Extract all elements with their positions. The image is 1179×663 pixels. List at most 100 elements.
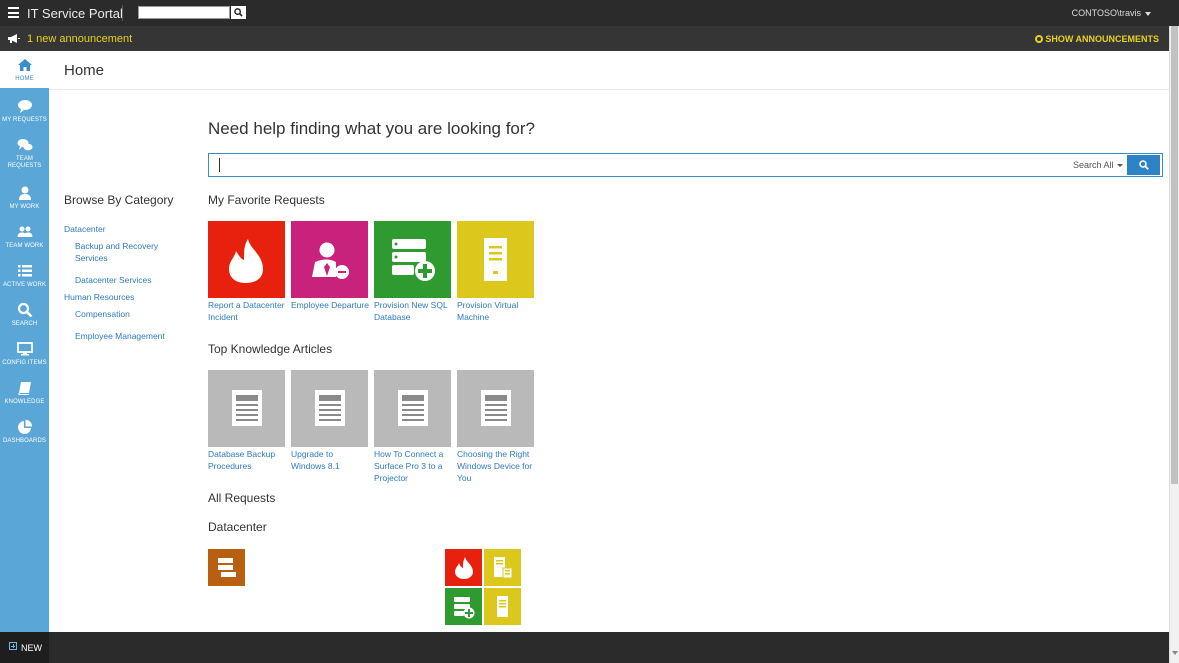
app-title[interactable]: IT Service Portal bbox=[27, 6, 123, 21]
nav-home[interactable]: HOME bbox=[0, 51, 49, 88]
top-search-button[interactable] bbox=[231, 6, 246, 19]
server-add-icon bbox=[392, 239, 435, 281]
nav-search[interactable]: SEARCH bbox=[0, 296, 49, 334]
pie-chart-icon bbox=[17, 419, 32, 434]
show-announcements-label: SHOW ANNOUNCEMENTS bbox=[1045, 34, 1159, 44]
category-datacenter[interactable]: Datacenter bbox=[64, 223, 184, 235]
search-scope-dropdown[interactable]: Search All bbox=[1073, 160, 1123, 170]
search-button[interactable] bbox=[1127, 155, 1160, 175]
person-remove-icon bbox=[312, 242, 349, 279]
knowledge-tile[interactable] bbox=[208, 370, 285, 447]
monitor-icon bbox=[16, 342, 33, 356]
knowledge-label[interactable]: How To Connect a Surface Pro 3 to a Proj… bbox=[374, 448, 452, 484]
bottom-bar: NEW bbox=[0, 632, 1169, 663]
scroll-down-arrow-icon[interactable] bbox=[1172, 651, 1178, 655]
top-search-input[interactable] bbox=[138, 6, 230, 19]
scrollbar-thumb[interactable] bbox=[1171, 26, 1178, 484]
nav-config-items[interactable]: CONFIG ITEMS bbox=[0, 335, 49, 373]
datacenter-group-title: Datacenter bbox=[208, 520, 267, 534]
nav-active-work[interactable]: ACTIVE WORK bbox=[0, 257, 49, 295]
category-employee-management[interactable]: Employee Management bbox=[75, 330, 185, 342]
megaphone-icon bbox=[8, 34, 20, 43]
datacenter-services-tile[interactable] bbox=[445, 549, 482, 586]
server-stack-icon bbox=[218, 558, 236, 577]
favorite-label[interactable]: Report a Datacenter Incident bbox=[208, 299, 288, 323]
main-search-input[interactable]: Search All bbox=[208, 153, 1163, 177]
article-icon bbox=[398, 390, 428, 426]
nav-label: ACTIVE WORK bbox=[2, 282, 47, 288]
nav-label: HOME bbox=[15, 76, 34, 82]
browse-by-category-title: Browse By Category bbox=[64, 193, 174, 207]
article-icon bbox=[232, 390, 262, 426]
home-icon bbox=[17, 59, 32, 71]
nav-label: TEAM REQUESTS bbox=[7, 156, 42, 169]
category-datacenter-services[interactable]: Datacenter Services bbox=[75, 274, 185, 286]
divider bbox=[122, 5, 123, 21]
user-name: CONTOSO\travis bbox=[1071, 8, 1141, 18]
chevron-down-icon bbox=[1145, 11, 1151, 16]
knowledge-label[interactable]: Choosing the Right Windows Device for Yo… bbox=[457, 448, 537, 484]
favorite-tile[interactable] bbox=[208, 221, 285, 298]
announcement-bar: 1 new announcement SHOW ANNOUNCEMENTS bbox=[0, 26, 1169, 51]
datacenter-services-tile[interactable] bbox=[484, 549, 521, 586]
search-scope-label: Search All bbox=[1073, 160, 1114, 170]
nav-label: TEAM WORK bbox=[5, 243, 44, 249]
nav-label: MY WORK bbox=[9, 204, 40, 210]
knowledge-title: Top Knowledge Articles bbox=[208, 342, 333, 356]
backup-recovery-tile[interactable] bbox=[208, 549, 245, 586]
favorite-tile[interactable] bbox=[374, 221, 451, 298]
nav-my-requests[interactable]: MY REQUESTS bbox=[0, 92, 49, 130]
chat-bubble-icon bbox=[17, 100, 32, 113]
knowledge-tile[interactable] bbox=[291, 370, 368, 447]
chevron-down-icon bbox=[1116, 164, 1123, 168]
text-cursor bbox=[219, 158, 220, 172]
flame-icon bbox=[455, 557, 473, 579]
server-tower-icon bbox=[484, 238, 507, 281]
knowledge-tile[interactable] bbox=[374, 370, 451, 447]
nav-label: CONFIG ITEMS bbox=[2, 360, 47, 366]
server-add-icon bbox=[454, 597, 475, 619]
user-menu[interactable]: CONTOSO\travis bbox=[1072, 8, 1151, 18]
nav-dashboards[interactable]: DASHBOARDS bbox=[0, 413, 49, 451]
search-icon bbox=[17, 302, 32, 318]
nav-team-requests[interactable]: TEAM REQUESTS bbox=[0, 131, 49, 169]
nav-my-work[interactable]: MY WORK bbox=[0, 179, 49, 217]
category-human-resources[interactable]: Human Resources bbox=[64, 291, 184, 303]
knowledge-label[interactable]: Upgrade to Windows 8.1 bbox=[291, 448, 361, 472]
article-icon bbox=[315, 390, 345, 426]
new-button[interactable]: NEW bbox=[0, 632, 49, 663]
circle-icon bbox=[1035, 35, 1044, 43]
top-bar: IT Service Portal CONTOSO\travis bbox=[0, 0, 1179, 26]
favorite-tile[interactable] bbox=[457, 221, 534, 298]
favorite-tile[interactable] bbox=[291, 221, 368, 298]
announcement-link[interactable]: 1 new announcement bbox=[27, 33, 132, 45]
person-icon bbox=[18, 186, 31, 200]
show-announcements-button[interactable]: SHOW ANNOUNCEMENTS bbox=[1035, 34, 1159, 44]
header-divider bbox=[49, 89, 1169, 90]
article-icon bbox=[481, 390, 511, 426]
server-tower-icon bbox=[497, 596, 508, 617]
datacenter-services-tile[interactable] bbox=[445, 588, 482, 625]
knowledge-tile[interactable] bbox=[457, 370, 534, 447]
chat-bubbles-icon bbox=[17, 139, 32, 151]
nav-team-work[interactable]: TEAM WORK bbox=[0, 218, 49, 256]
left-navigation: HOME MY REQUESTS TEAM REQUESTS MY WORK T… bbox=[0, 51, 49, 632]
favorite-label[interactable]: Provision New SQL Database bbox=[374, 299, 454, 323]
knowledge-label[interactable]: Database Backup Procedures bbox=[208, 448, 288, 472]
datacenter-services-tile[interactable] bbox=[484, 588, 521, 625]
nav-label: SEARCH bbox=[11, 321, 38, 327]
search-icon bbox=[1139, 160, 1149, 170]
category-backup-and-recovery-services[interactable]: Backup and Recovery Services bbox=[75, 240, 175, 264]
category-compensation[interactable]: Compensation bbox=[75, 308, 185, 320]
favorite-label[interactable]: Provision Virtual Machine bbox=[457, 299, 537, 323]
favorite-label[interactable]: Employee Departure bbox=[291, 299, 371, 311]
page-title: Home bbox=[64, 62, 105, 79]
book-icon bbox=[18, 382, 31, 395]
search-icon bbox=[234, 8, 243, 17]
nav-knowledge[interactable]: KNOWLEDGE bbox=[0, 374, 49, 412]
list-icon bbox=[17, 265, 32, 277]
new-button-label: NEW bbox=[21, 643, 42, 653]
flame-icon bbox=[229, 239, 263, 283]
vertical-scrollbar[interactable] bbox=[1169, 26, 1179, 663]
hamburger-menu-icon[interactable] bbox=[8, 7, 19, 18]
